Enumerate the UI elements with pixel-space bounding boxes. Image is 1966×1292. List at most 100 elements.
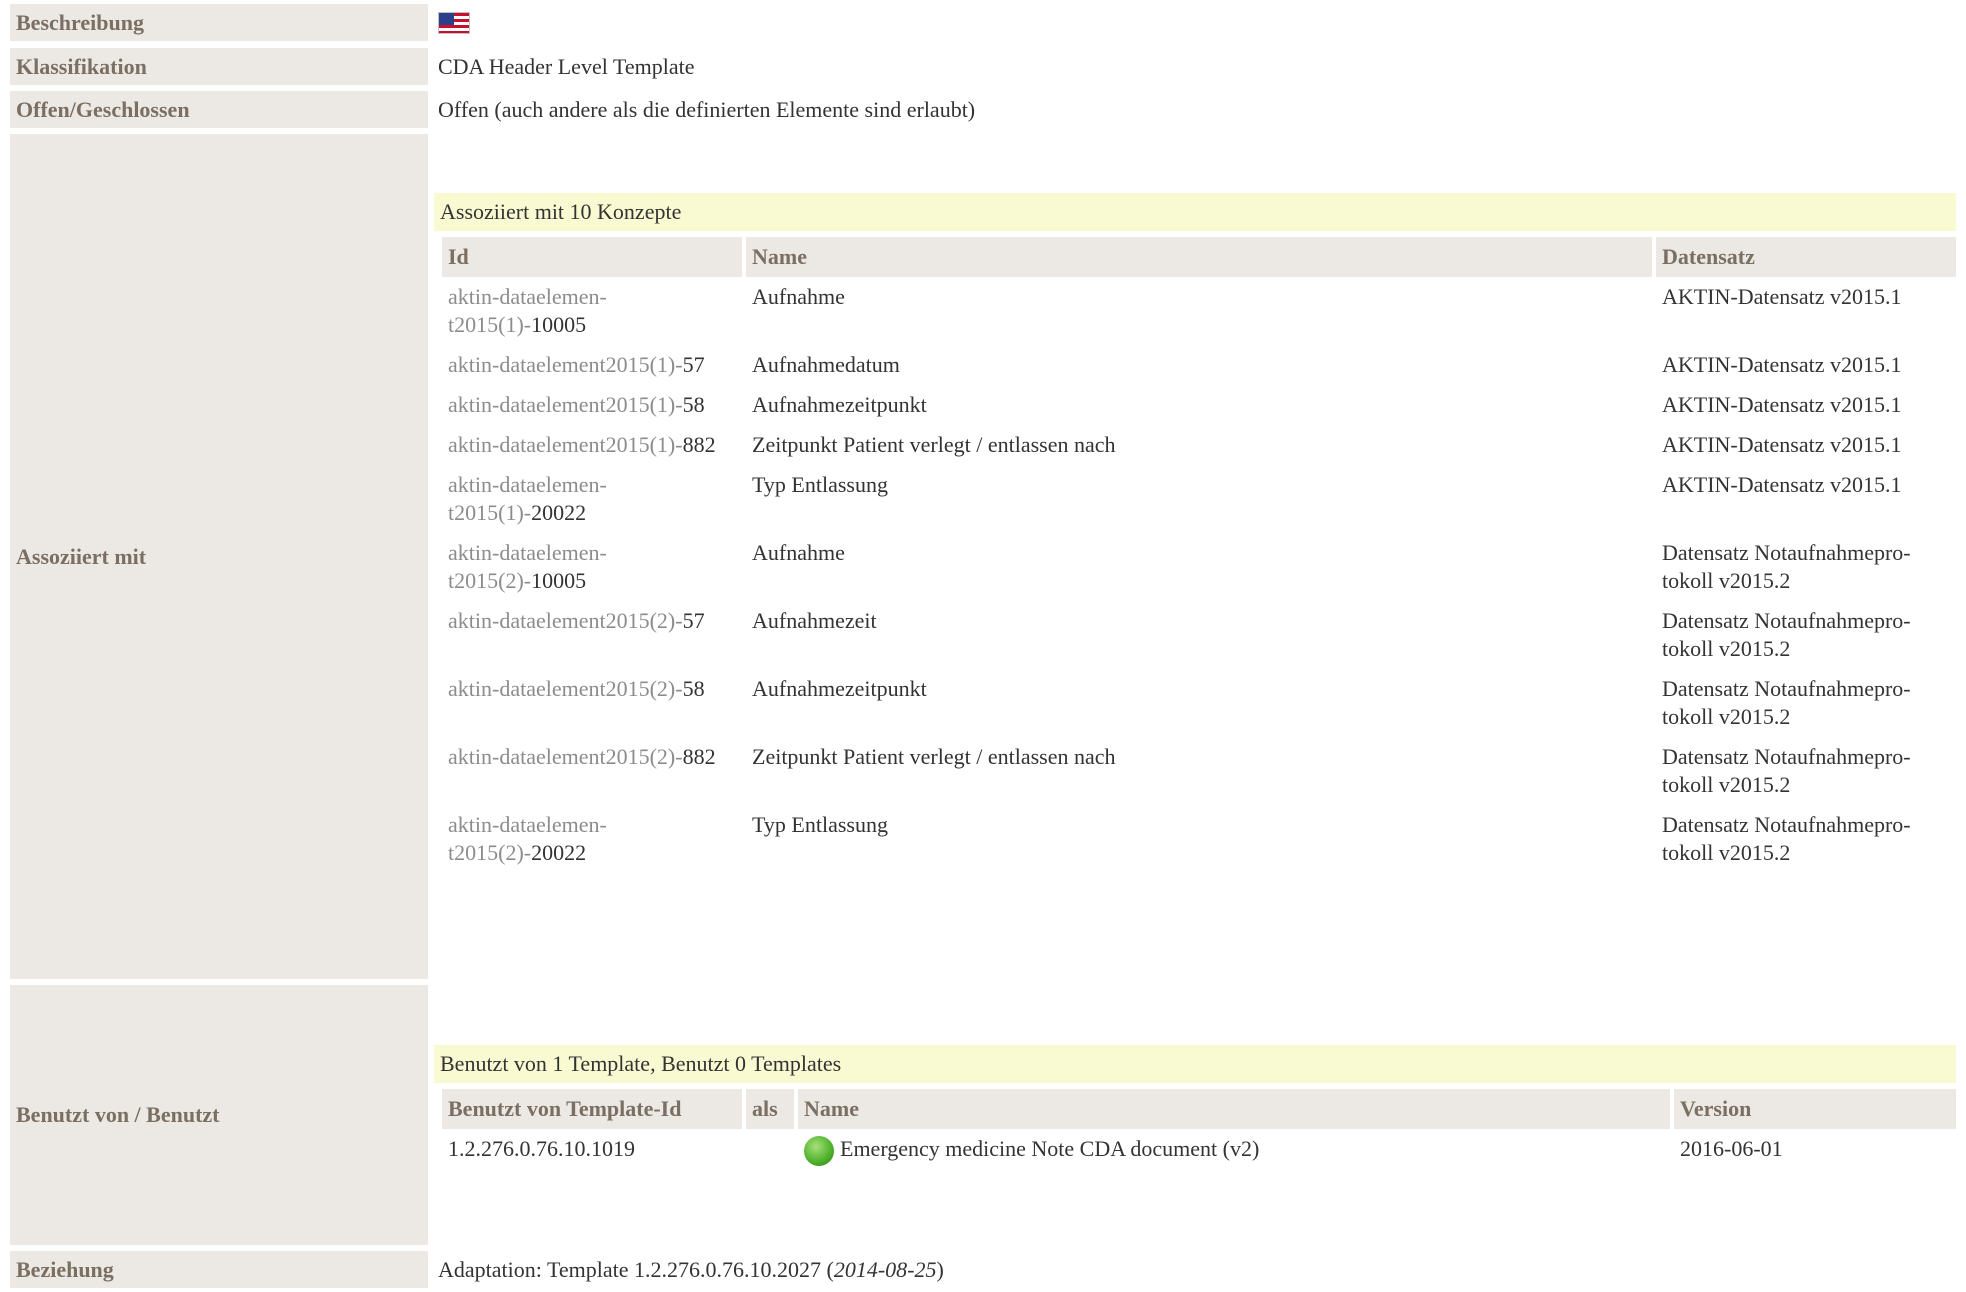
usage-caption: Benutzt von 1 Template, Benutzt 0 Templa… — [434, 1045, 1956, 1083]
row-klassifikation: Klassifikation CDA Header Level Template — [10, 48, 1966, 85]
beziehung-prefix[interactable]: Adaptation: Template 1.2.276.0.76.10.202… — [438, 1257, 834, 1283]
concept-name: Zeitpunkt Patient verlegt / entlassen na… — [742, 425, 1652, 465]
concept-id[interactable]: aktin-dataelement2015(1)-882 — [442, 425, 742, 465]
concept-dataset-line1: AKTIN-Datensatz v2015.1 — [1662, 352, 1902, 377]
row-value — [428, 4, 1966, 41]
concept-id-number: 882 — [682, 432, 716, 457]
beziehung-date: 2014-08-25 — [833, 1256, 937, 1282]
concept-row[interactable]: aktin-dataelement2015(1)-57 Aufnahmedatum… — [442, 345, 1956, 385]
usage-version: 2016-06-01 — [1670, 1129, 1956, 1172]
concept-row[interactable]: aktin-dataelement2015(1)-882 Zeitpunkt Pa… — [442, 425, 1956, 465]
row-label: Offen/Geschlossen — [10, 91, 428, 128]
concept-name: Aufnahme — [742, 277, 1652, 345]
concept-dataset-line1: AKTIN-Datensatz v2015.1 — [1662, 284, 1902, 309]
concept-row[interactable]: aktin-dataelement2015(2)-882 Zeitpunkt Pa… — [442, 737, 1956, 805]
concept-dataset-line2: tokoll v2015.2 — [1662, 636, 1791, 661]
column-header-datensatz[interactable]: Datensatz — [1652, 237, 1956, 277]
concept-id-prefix: aktin-dataelement2015(2)- — [448, 744, 683, 769]
usage-table: Benutzt von Template-Id als Name Version… — [442, 1089, 1956, 1172]
concept-dataset-line2: tokoll v2015.2 — [1662, 704, 1791, 729]
concept-dataset-line1: AKTIN-Datensatz v2015.1 — [1662, 432, 1902, 457]
concept-row[interactable]: aktin-dataelement2015(2)-58 Aufnahmezeitp… — [442, 669, 1956, 737]
row-label: Klassifikation — [10, 48, 428, 85]
concept-dataset: AKTIN-Datensatz v2015.1 — [1652, 425, 1956, 465]
concepts-panel: Assoziiert mit 10 Konzepte Id Name Daten… — [434, 193, 1956, 873]
concept-id[interactable]: aktin-dataelement2015(2)-882 — [442, 737, 742, 805]
row-offen-geschlossen: Offen/Geschlossen Offen (auch andere als… — [10, 91, 1966, 128]
column-header-version[interactable]: Version — [1670, 1089, 1956, 1129]
row-value: Adaptation: Template 1.2.276.0.76.10.202… — [428, 1251, 1966, 1288]
column-header-name[interactable]: Name — [742, 237, 1652, 277]
concept-id[interactable]: aktin-dataelemen-t2015(1)-10005 — [442, 277, 742, 345]
concept-id-number: 20022 — [531, 500, 587, 525]
concept-dataset-line1: Datensatz Notaufnahmepro- — [1662, 540, 1911, 565]
concept-id-prefix: aktin-dataelemen- — [448, 472, 607, 497]
concept-dataset: AKTIN-Datensatz v2015.1 — [1652, 465, 1956, 533]
concept-name: Aufnahmezeit — [742, 601, 1652, 669]
concept-name: Typ Entlassung — [742, 805, 1652, 873]
concept-id[interactable]: aktin-dataelement2015(2)-57 — [442, 601, 742, 669]
concept-id-number: 882 — [682, 744, 716, 769]
row-label: Benutzt von / Benutzt — [10, 985, 428, 1245]
concept-dataset: Datensatz Notaufnahmepro-tokoll v2015.2 — [1652, 601, 1956, 669]
concept-id-prefix: aktin-dataelement2015(2)- — [448, 608, 683, 633]
column-header-als[interactable]: als — [742, 1089, 794, 1129]
concept-dataset: Datensatz Notaufnahmepro-tokoll v2015.2 — [1652, 737, 1956, 805]
concepts-table: Id Name Datensatz aktin-dataelemen-t2015… — [442, 237, 1956, 873]
concept-id-break: t2015(2)- — [448, 840, 532, 865]
concept-dataset-line1: AKTIN-Datensatz v2015.1 — [1662, 392, 1902, 417]
concept-name: Typ Entlassung — [742, 465, 1652, 533]
concept-dataset-line2: tokoll v2015.2 — [1662, 840, 1791, 865]
usage-name-cell[interactable]: Emergency medicine Note CDA document (v2… — [794, 1129, 1670, 1172]
concept-id-break: t2015(1)- — [448, 500, 532, 525]
concept-id-prefix: aktin-dataelemen- — [448, 812, 607, 837]
concept-id-break: t2015(2)- — [448, 568, 532, 593]
concept-dataset: AKTIN-Datensatz v2015.1 — [1652, 277, 1956, 345]
concept-id-number: 57 — [682, 352, 705, 377]
concept-id[interactable]: aktin-dataelemen-t2015(2)-10005 — [442, 533, 742, 601]
concept-id[interactable]: aktin-dataelement2015(1)-58 — [442, 385, 742, 425]
column-header-name[interactable]: Name — [794, 1089, 1670, 1129]
concept-id-prefix: aktin-dataelemen- — [448, 284, 607, 309]
concept-dataset-line1: Datensatz Notaufnahmepro- — [1662, 608, 1911, 633]
usage-row[interactable]: 1.2.276.0.76.10.1019 Emergency medicine N… — [442, 1129, 1956, 1172]
concept-dataset-line2: tokoll v2015.2 — [1662, 568, 1791, 593]
usage-panel: Benutzt von 1 Template, Benutzt 0 Templa… — [434, 1045, 1956, 1172]
us-flag-icon[interactable] — [438, 11, 470, 34]
beziehung-suffix: ) — [936, 1256, 944, 1282]
concept-id[interactable]: aktin-dataelement2015(1)-57 — [442, 345, 742, 385]
concept-id-number: 58 — [682, 676, 705, 701]
concept-id[interactable]: aktin-dataelemen-t2015(1)-20022 — [442, 465, 742, 533]
row-label: Beziehung — [10, 1251, 428, 1288]
concept-id-number: 58 — [682, 392, 705, 417]
concept-name: Aufnahme — [742, 533, 1652, 601]
usage-als — [742, 1129, 794, 1172]
concept-dataset-line2: tokoll v2015.2 — [1662, 772, 1791, 797]
concept-dataset-line1: AKTIN-Datensatz v2015.1 — [1662, 472, 1902, 497]
usage-name: Emergency medicine Note CDA document (v2… — [840, 1136, 1260, 1161]
concept-id-number: 10005 — [531, 568, 587, 593]
usage-template-id[interactable]: 1.2.276.0.76.10.1019 — [442, 1129, 742, 1172]
column-header-id[interactable]: Id — [442, 237, 742, 277]
concept-row[interactable]: aktin-dataelement2015(1)-58 Aufnahmezeitp… — [442, 385, 1956, 425]
column-header-template-id[interactable]: Benutzt von Template-Id — [442, 1089, 742, 1129]
concept-id-number: 57 — [682, 608, 705, 633]
concept-id-prefix: aktin-dataelement2015(1)- — [448, 352, 683, 377]
green-status-dot-icon — [804, 1135, 834, 1166]
concept-row[interactable]: aktin-dataelemen-t2015(1)-10005 Aufnahme A… — [442, 277, 1956, 345]
concept-id-prefix: aktin-dataelemen- — [448, 540, 607, 565]
concept-id[interactable]: aktin-dataelemen-t2015(2)-20022 — [442, 805, 742, 873]
concept-row[interactable]: aktin-dataelemen-t2015(2)-20022 Typ Entla… — [442, 805, 1956, 873]
concept-name: Zeitpunkt Patient verlegt / entlassen na… — [742, 737, 1652, 805]
concept-dataset-line1: Datensatz Notaufnahmepro- — [1662, 744, 1911, 769]
concept-row[interactable]: aktin-dataelemen-t2015(2)-10005 Aufnahme D… — [442, 533, 1956, 601]
concept-row[interactable]: aktin-dataelemen-t2015(1)-20022 Typ Entla… — [442, 465, 1956, 533]
concept-dataset-line1: Datensatz Notaufnahmepro- — [1662, 676, 1911, 701]
row-label: Assoziiert mit — [10, 134, 428, 979]
usage-header-row: Benutzt von Template-Id als Name Version — [442, 1089, 1956, 1129]
concept-row[interactable]: aktin-dataelement2015(2)-57 Aufnahmezeit D… — [442, 601, 1956, 669]
concept-dataset: Datensatz Notaufnahmepro-tokoll v2015.2 — [1652, 669, 1956, 737]
concept-dataset: AKTIN-Datensatz v2015.1 — [1652, 345, 1956, 385]
concept-id[interactable]: aktin-dataelement2015(2)-58 — [442, 669, 742, 737]
concept-id-prefix: aktin-dataelement2015(1)- — [448, 432, 683, 457]
